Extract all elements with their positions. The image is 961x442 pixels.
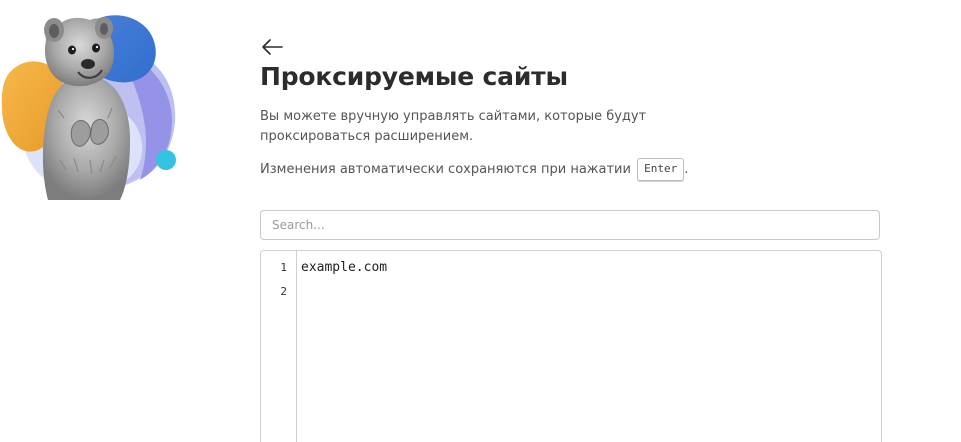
enter-key-badge: Enter xyxy=(637,158,685,181)
line-number-gutter: 1 2 xyxy=(261,251,297,442)
page: Проксируемые сайты Вы можете вручную упр… xyxy=(0,0,961,442)
sites-editor[interactable]: 1 2 example.com xyxy=(260,250,882,442)
arrow-left-icon xyxy=(262,39,283,55)
page-title: Проксируемые сайты xyxy=(260,62,568,91)
autosave-note: Изменения автоматически сохраняются при … xyxy=(260,158,688,181)
page-description: Вы можете вручную управлять сайтами, кот… xyxy=(260,109,647,144)
quokka-mascot-icon xyxy=(0,10,185,200)
line-number: 1 xyxy=(280,261,287,274)
back-button[interactable] xyxy=(260,36,286,58)
line-number: 2 xyxy=(280,285,287,298)
autosave-text: Изменения автоматически сохраняются при … xyxy=(260,162,631,177)
editor-line[interactable]: example.com xyxy=(301,260,387,275)
search-input[interactable] xyxy=(260,210,880,240)
autosave-suffix: . xyxy=(684,162,689,177)
